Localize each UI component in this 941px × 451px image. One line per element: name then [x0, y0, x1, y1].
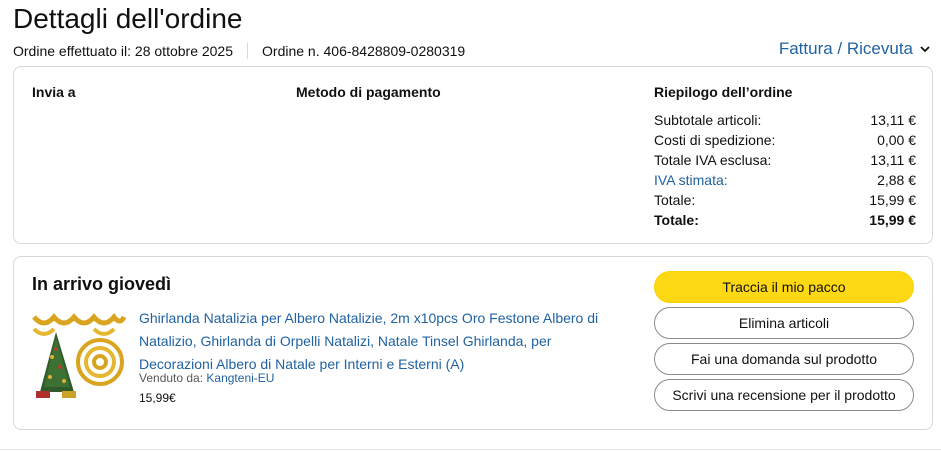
page-title: Dettagli dell'ordine [13, 3, 243, 34]
summary-row-vat: IVA stimata: 2,88 € [654, 170, 916, 190]
order-meta: Ordine effettuato il: 28 ottobre 2025 Or… [13, 43, 465, 59]
divider [0, 449, 941, 450]
payment-method-heading: Metodo di pagamento [296, 84, 441, 100]
summary-value: 2,88 € [877, 172, 916, 188]
ship-to-heading: Invia a [32, 84, 76, 100]
track-package-button[interactable]: Traccia il mio pacco [654, 271, 914, 303]
summary-value: 15,99 € [869, 212, 916, 228]
write-review-button[interactable]: Scrivi una recensione per il prodotto [654, 379, 914, 411]
order-summary-heading: Riepilogo dell’ordine [654, 84, 793, 100]
seller-info: Venduto da: Kangteni-EU [139, 371, 274, 385]
product-price: 15,99€ [139, 391, 176, 405]
summary-row-shipping: Costi di spedizione: 0,00 € [654, 130, 916, 150]
summary-value: 0,00 € [877, 132, 916, 148]
summary-row-grand-total: Totale: 15,99 € [654, 210, 916, 230]
order-date: Ordine effettuato il: 28 ottobre 2025 [13, 43, 234, 59]
seller-prefix: Venduto da: [139, 371, 204, 385]
chevron-down-icon [920, 46, 930, 53]
summary-row-total: Totale: 15,99 € [654, 190, 916, 210]
summary-value: 13,11 € [870, 112, 916, 128]
summary-value: 13,11 € [870, 152, 916, 168]
summary-row-total-excl-vat: Totale IVA esclusa: 13,11 € [654, 150, 916, 170]
summary-label: Subtotale articoli: [654, 112, 762, 128]
order-summary: Subtotale articoli: 13,11 € Costi di spe… [654, 110, 916, 230]
product-thumbnail[interactable] [32, 307, 126, 399]
vat-link[interactable]: IVA stimata: [654, 170, 728, 190]
summary-value: 15,99 € [869, 192, 916, 208]
product-title-link[interactable]: Ghirlanda Natalizia per Albero Natalizie… [139, 307, 619, 376]
ask-question-button[interactable]: Fai una domanda sul prodotto [654, 343, 914, 375]
delivery-status: In arrivo giovedì [32, 274, 172, 294]
summary-row-subtotal: Subtotale articoli: 13,11 € [654, 110, 916, 130]
order-number: Ordine n. 406-8428809-0280319 [262, 43, 466, 59]
summary-label: Totale: [654, 192, 696, 208]
order-details-box: Invia a Metodo di pagamento Riepilogo de… [13, 66, 933, 244]
summary-label: Costi di spedizione: [654, 132, 776, 148]
summary-label: Totale: [654, 212, 699, 228]
summary-label: Totale IVA esclusa: [654, 152, 772, 168]
divider [247, 43, 249, 59]
invoice-label: Fattura / Ricevuta [778, 39, 913, 58]
seller-link[interactable]: Kangteni-EU [206, 371, 274, 385]
remove-items-button[interactable]: Elimina articoli [654, 307, 914, 339]
shipment-box: In arrivo giovedì Ghirlanda Natalizia pe… [13, 256, 933, 430]
invoice-dropdown[interactable]: Fattura / Ricevuta [779, 39, 931, 59]
